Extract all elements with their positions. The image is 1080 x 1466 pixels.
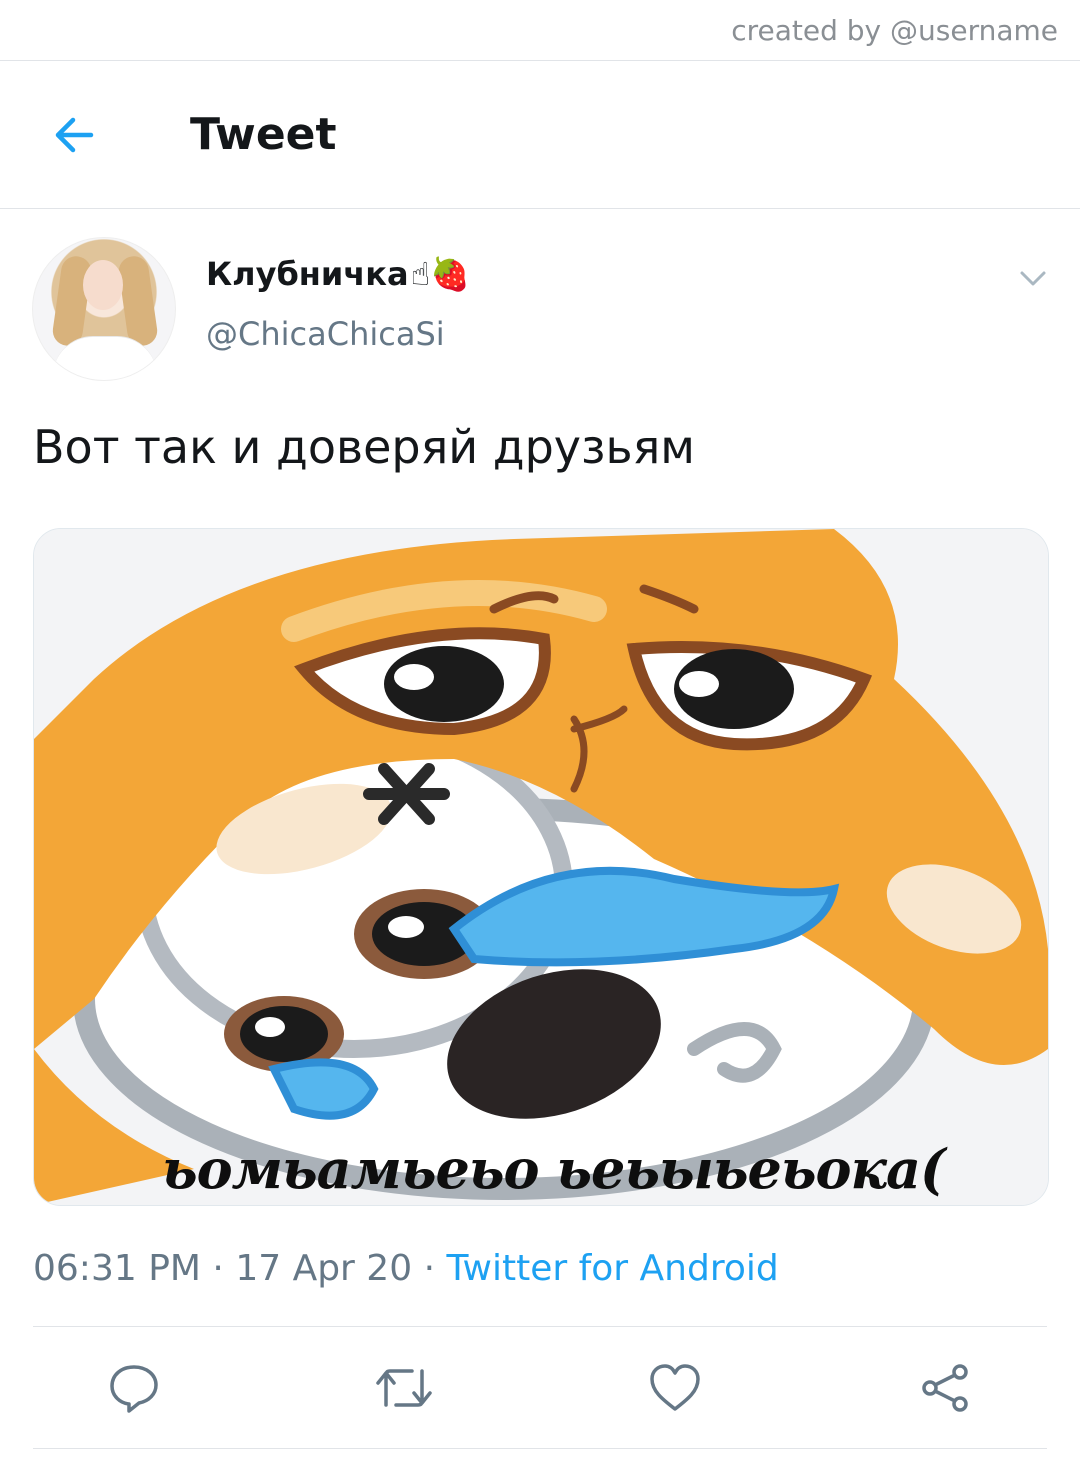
reply-button[interactable] bbox=[104, 1358, 164, 1418]
top-bar: created by @username bbox=[0, 0, 1080, 61]
heart-icon bbox=[650, 1364, 700, 1411]
avatar-hair bbox=[116, 254, 160, 348]
media-caption: ьомьамьеьо ьеьыьеьока( bbox=[162, 1137, 946, 1201]
tweet-date: 17 Apr 20 bbox=[235, 1248, 413, 1289]
retweet-icon bbox=[376, 1369, 432, 1407]
tweet-meta: 06:31 PM · 17 Apr 20 · Twitter for Andro… bbox=[33, 1248, 779, 1289]
retweet-button[interactable] bbox=[374, 1358, 434, 1418]
divider bbox=[33, 1448, 1047, 1449]
reply-icon bbox=[110, 1365, 158, 1413]
tweet-text: Вот так и доверяй друзьям bbox=[33, 420, 695, 474]
tweet-time: 06:31 PM bbox=[33, 1248, 201, 1289]
sticker-illustration bbox=[34, 529, 1048, 1205]
tweet-actions bbox=[0, 1328, 1080, 1446]
avatar[interactable] bbox=[32, 237, 176, 381]
meta-separator: · bbox=[423, 1248, 436, 1289]
avatar-face bbox=[83, 260, 123, 310]
chevron-down-icon[interactable] bbox=[1018, 263, 1048, 293]
page-title: Tweet bbox=[190, 109, 337, 160]
share-icon bbox=[922, 1364, 968, 1412]
author-display-name[interactable]: Клубничка☝🍓 bbox=[206, 255, 470, 293]
meta-separator: · bbox=[212, 1248, 224, 1289]
tweet-media-image[interactable]: ьомьамьеьо ьеьыьеьока( bbox=[33, 528, 1049, 1206]
tweet-source-link[interactable]: Twitter for Android bbox=[446, 1248, 778, 1289]
watermark-text: created by @username bbox=[731, 14, 1058, 47]
like-button[interactable] bbox=[645, 1358, 705, 1418]
author-name-text: Клубничка bbox=[206, 255, 409, 293]
page-header: Tweet bbox=[0, 61, 1080, 209]
share-button[interactable] bbox=[915, 1358, 975, 1418]
author-emoji: ☝🍓 bbox=[410, 255, 470, 293]
divider bbox=[33, 1326, 1047, 1327]
author-handle[interactable]: @ChicaChicaSi bbox=[206, 315, 445, 353]
arrow-left-icon bbox=[55, 117, 94, 153]
tweet-author: Клубничка☝🍓 @ChicaChicaSi bbox=[32, 237, 1048, 382]
back-button[interactable] bbox=[44, 107, 104, 163]
